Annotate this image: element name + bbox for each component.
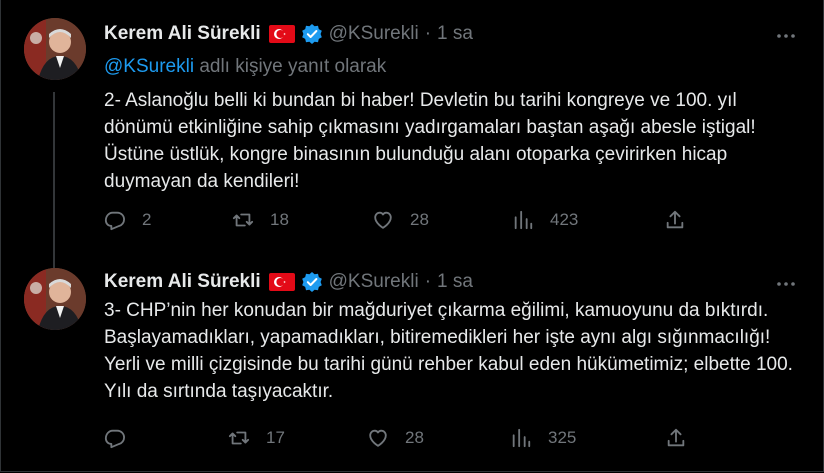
author-name[interactable]: Kerem Ali Sürekli bbox=[104, 23, 261, 45]
views-count: 423 bbox=[550, 210, 579, 229]
retweet-count: 18 bbox=[270, 210, 289, 229]
author-handle[interactable]: @KSurekli bbox=[329, 23, 419, 45]
tweet-1[interactable]: Kerem Ali Sürekli @KSurekli · 1 sa @KSur… bbox=[0, 0, 824, 268]
turkey-flag-icon bbox=[268, 25, 295, 43]
verified-badge-icon bbox=[301, 23, 323, 45]
heart-icon bbox=[374, 211, 392, 229]
retweet-button[interactable]: 18 bbox=[232, 209, 289, 231]
avatar[interactable] bbox=[24, 18, 86, 80]
tweet-text: 3- CHP’nin her konudan bir mağduriyet çı… bbox=[104, 300, 793, 402]
tweet-text: 2- Aslanoğlu belli ki bundan bi haber! D… bbox=[104, 90, 756, 192]
separator-dot: · bbox=[424, 271, 432, 292]
views-button[interactable]: 325 bbox=[510, 427, 576, 449]
like-count: 28 bbox=[410, 210, 429, 229]
reply-context: @KSurekli adlı kişiye yanıt olarak bbox=[104, 56, 386, 78]
like-button[interactable]: 28 bbox=[372, 209, 429, 231]
tweet-timestamp[interactable]: 1 sa bbox=[437, 271, 473, 293]
share-icon bbox=[667, 428, 685, 447]
share-icon bbox=[666, 210, 684, 229]
views-button[interactable]: 423 bbox=[512, 209, 578, 231]
thread-connector-line bbox=[53, 92, 55, 268]
author-handle[interactable]: @KSurekli bbox=[329, 271, 419, 293]
reply-count: 2 bbox=[142, 210, 152, 229]
reply-mention-link[interactable]: @KSurekli bbox=[104, 56, 194, 77]
heart-icon bbox=[369, 429, 387, 447]
retweet-button[interactable]: 17 bbox=[228, 427, 285, 449]
share-button[interactable] bbox=[665, 427, 687, 449]
reply-button[interactable]: 2 bbox=[104, 209, 151, 231]
more-options-icon[interactable] bbox=[776, 26, 796, 46]
tweet-timestamp[interactable]: 1 sa bbox=[437, 23, 473, 45]
author-name[interactable]: Kerem Ali Sürekli bbox=[104, 271, 261, 293]
views-count: 325 bbox=[548, 428, 577, 447]
avatar[interactable] bbox=[24, 268, 86, 330]
tweet-2[interactable]: Kerem Ali Sürekli @KSurekli · 1 sa 3- CH… bbox=[0, 260, 824, 473]
like-button[interactable]: 28 bbox=[367, 427, 424, 449]
views-chart-icon bbox=[514, 210, 533, 230]
reply-icon bbox=[104, 211, 125, 231]
separator-dot: · bbox=[424, 23, 432, 44]
retweet-icon bbox=[232, 213, 254, 227]
views-chart-icon bbox=[512, 428, 531, 448]
tweet-header: Kerem Ali Sürekli @KSurekli · 1 sa bbox=[104, 270, 473, 294]
tweet-actions: 17 28 325 bbox=[104, 427, 704, 453]
tweet-actions: 2 18 28 423 bbox=[104, 209, 704, 235]
share-button[interactable] bbox=[664, 209, 686, 231]
reply-context-text: adlı kişiye yanıt olarak bbox=[199, 56, 387, 77]
reply-icon bbox=[104, 429, 125, 449]
verified-badge-icon bbox=[301, 271, 323, 293]
like-count: 28 bbox=[405, 428, 424, 447]
reply-button[interactable] bbox=[104, 427, 142, 449]
tweet-header: Kerem Ali Sürekli @KSurekli · 1 sa bbox=[104, 22, 473, 46]
retweet-icon bbox=[228, 431, 250, 445]
retweet-count: 17 bbox=[266, 428, 285, 447]
turkey-flag-icon bbox=[268, 273, 295, 291]
more-options-icon[interactable] bbox=[776, 274, 796, 294]
